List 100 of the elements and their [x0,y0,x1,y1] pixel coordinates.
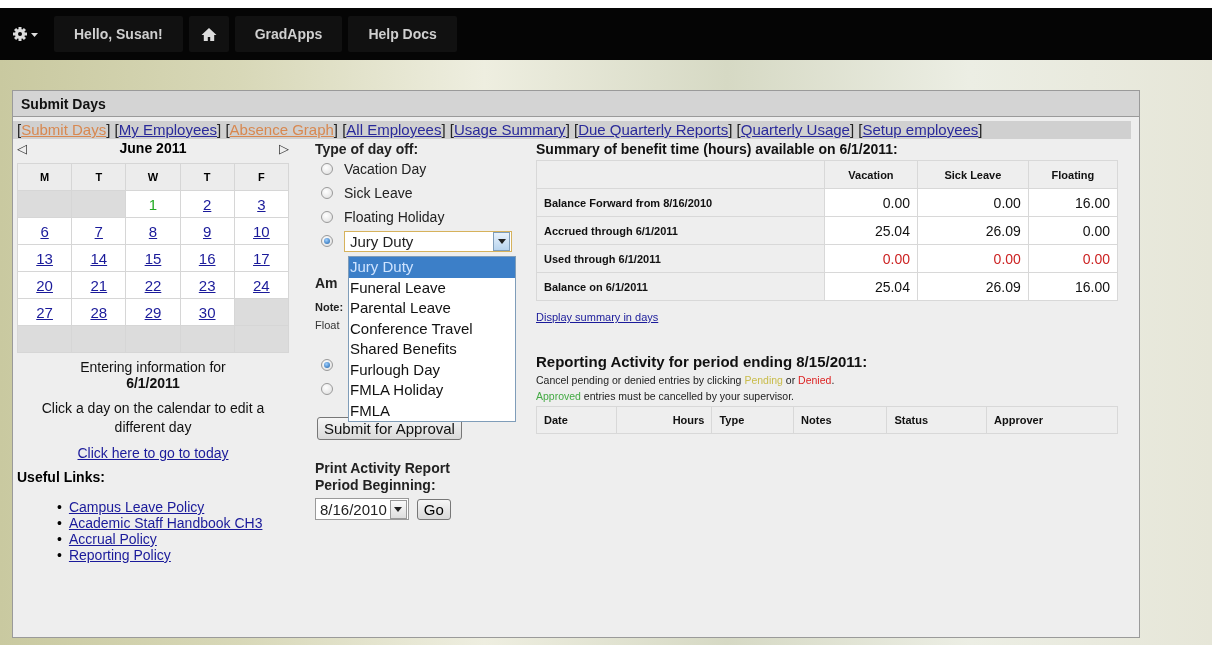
radio-button[interactable] [321,187,333,199]
radio-button[interactable] [321,235,333,247]
go-button[interactable]: Go [416,498,451,520]
table-cell: 25.04 [824,216,918,245]
entering-date: 6/1/2011 [125,375,181,391]
row-label: Balance on 6/1/2011 [536,272,825,301]
nav-link[interactable]: [My Employees] [114,121,222,138]
policy-link[interactable]: Academic Staff Handbook CH3 [68,515,263,531]
leave-type-dropdown[interactable]: Jury Duty [344,230,512,252]
column-header: Floating [1028,160,1118,189]
day-link[interactable]: 20 [36,276,53,294]
calendar-hint: Click a day on the calendar to edit a different day [40,399,266,437]
day-link[interactable]: 13 [36,249,53,267]
dropdown-option[interactable]: Parental Leave [349,298,515,319]
day-link[interactable]: 6 [40,222,49,240]
field-label: Am [315,275,338,291]
field-label: Type of day off: [315,141,420,157]
table-cell: 0.00 [1028,216,1118,245]
dropdown-option[interactable]: Conference Travel [349,318,515,339]
column-header: Date [536,406,617,434]
greeting-link[interactable]: Hello, Susan! [54,16,183,52]
table-cell: 16.00 [1028,188,1118,217]
weekday-header: W [125,163,181,191]
day-link[interactable]: 8 [148,222,158,240]
radio-button[interactable] [321,211,333,223]
note-text: Float [315,319,340,331]
day-link[interactable]: 24 [253,276,270,294]
weekday-header: T [71,163,126,191]
dropdown-option[interactable]: Funeral Leave [349,277,515,298]
period-dropdown[interactable]: 8/16/2010 [315,498,409,520]
note-label: Note: [315,301,344,313]
previous-month-button[interactable]: ◁ [17,140,27,156]
table-cell: 0.00 [917,188,1029,217]
table-cell: 0.00 [824,188,918,217]
table-cell: 26.09 [917,216,1029,245]
nav-link[interactable]: [Due Quarterly Reports] [573,121,733,138]
radio-label: Floating Holiday [344,209,445,225]
selected-day: 1 [148,195,158,213]
nav-link[interactable]: [All Employees] [342,121,446,138]
table-cell: 25.04 [824,272,918,301]
bullet: • [57,531,62,547]
column-header: Approver [986,406,1118,434]
weekday-header: F [234,163,289,191]
policy-link[interactable]: Accrual Policy [68,531,157,547]
radio-button[interactable] [321,359,333,371]
day-link[interactable]: 3 [257,195,266,213]
bullet: • [57,547,62,563]
bullet: • [57,499,62,515]
dropdown-option[interactable]: Furlough Day [349,359,515,380]
column-header: Sick Leave [917,160,1029,189]
instruction-text: Cancel pending or denied entries by clicking Pending or Denied. [536,374,836,386]
row-label: Balance Forward from 8/16/2010 [536,188,825,217]
weekday-header: M [17,163,72,191]
column-header: Notes [793,406,887,434]
table-cell: 0.00 [824,244,918,273]
column-header: Hours [616,406,712,434]
day-link[interactable]: 7 [94,222,103,240]
section-title: Summary of benefit time (hours) available on 6/1/2011: [536,141,899,157]
panel-title: Submit Days [21,95,106,112]
day-link[interactable]: 9 [203,222,212,240]
nav-link[interactable]: [Submit Days] [17,121,111,138]
field-label: Print Activity Report [315,460,451,477]
column-header: Type [711,406,794,434]
nav-link[interactable]: [Absence Graph] [225,121,338,138]
dropdown-option[interactable]: Shared Benefits [349,339,515,360]
day-link[interactable]: 2 [203,195,212,213]
day-link[interactable]: 10 [253,222,270,240]
policy-link[interactable]: Reporting Policy [68,547,171,563]
home-icon [200,26,217,42]
next-month-button[interactable]: ▷ [279,140,289,156]
row-label: Used through 6/1/2011 [536,244,825,273]
instruction-text: Approved entries must be cancelled by your supervisor. [536,390,795,402]
nav-menu-item[interactable]: GradApps [234,16,343,52]
column-header: Vacation [824,160,918,189]
dropdown-option[interactable]: FMLA Holiday [349,380,515,401]
policy-link[interactable]: Campus Leave Policy [68,499,205,515]
table-cell: 0.00 [917,244,1029,273]
table-cell: 26.09 [917,272,1029,301]
nav-link[interactable]: [Setup employees] [858,121,983,138]
field-label: Period Beginning: [315,477,437,494]
nav-link[interactable]: [Quarterly Usage] [736,121,855,138]
day-link[interactable]: 17 [253,249,270,267]
nav-link[interactable]: [Usage Summary] [449,121,570,138]
table-cell: 0.00 [1028,244,1118,273]
entering-label: Entering information for [79,359,227,375]
nav-menu-item[interactable]: Help Docs [348,16,457,52]
radio-label: Vacation Day [344,161,427,177]
section-heading: Useful Links: [17,469,106,485]
table-cell: 16.00 [1028,272,1118,301]
calendar-month-title: June 2011 [119,140,187,156]
home-button[interactable] [188,16,229,52]
day-link[interactable]: 27 [36,303,53,321]
today-link[interactable]: Click here to go to today [77,445,229,461]
radio-button[interactable] [321,383,333,395]
section-title: Reporting Activity for period ending 8/15/2011: [536,353,869,370]
radio-button[interactable] [321,163,333,175]
bullet: • [57,515,62,531]
days-link[interactable]: Display summary in days [536,311,659,323]
settings-icon [12,26,40,42]
weekday-header: T [180,163,235,191]
